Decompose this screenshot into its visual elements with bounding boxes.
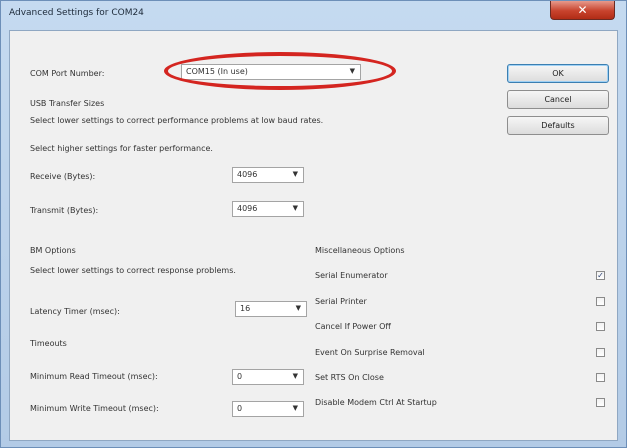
transmit-dropdown[interactable]: 4096 ▼ xyxy=(232,201,304,217)
receive-dropdown[interactable]: 4096 ▼ xyxy=(232,167,304,183)
timeouts-heading: Timeouts xyxy=(30,339,67,348)
dialog-body: COM Port Number: COM15 (In use) ▼ USB Tr… xyxy=(9,30,618,441)
close-button[interactable]: ✕ xyxy=(550,1,615,20)
serial-printer-checkbox[interactable] xyxy=(596,297,605,306)
read-timeout-label: Minimum Read Timeout (msec): xyxy=(30,372,158,381)
misc-options-heading: Miscellaneous Options xyxy=(315,246,405,255)
com-port-value: COM15 (In use) xyxy=(186,67,248,76)
latency-value: 16 xyxy=(240,304,251,313)
misc-option-label: Event On Surprise Removal xyxy=(315,348,425,357)
cancel-button[interactable]: Cancel xyxy=(507,90,609,109)
usb-transfer-hint-lower: Select lower settings to correct perform… xyxy=(30,116,324,125)
misc-option-label: Cancel If Power Off xyxy=(315,322,391,331)
close-icon: ✕ xyxy=(577,3,588,17)
misc-option-label: Disable Modem Ctrl At Startup xyxy=(315,398,437,407)
window-title: Advanced Settings for COM24 xyxy=(9,8,144,18)
misc-option-label: Set RTS On Close xyxy=(315,373,384,382)
write-timeout-value: 0 xyxy=(237,404,243,413)
event-on-surprise-removal-checkbox[interactable] xyxy=(596,348,605,357)
transmit-value: 4096 xyxy=(237,204,258,213)
chevron-down-icon: ▼ xyxy=(349,67,355,75)
chevron-down-icon: ▼ xyxy=(292,372,298,380)
chevron-down-icon: ▼ xyxy=(292,404,298,412)
read-timeout-dropdown[interactable]: 0 ▼ xyxy=(232,369,304,385)
title-bar[interactable]: Advanced Settings for COM24 ✕ xyxy=(1,1,626,27)
set-rts-on-close-checkbox[interactable] xyxy=(596,373,605,382)
serial-enumerator-checkbox[interactable]: ✓ xyxy=(596,271,605,280)
write-timeout-dropdown[interactable]: 0 ▼ xyxy=(232,401,304,417)
latency-dropdown[interactable]: 16 ▼ xyxy=(235,301,307,317)
read-timeout-value: 0 xyxy=(237,372,243,381)
latency-label: Latency Timer (msec): xyxy=(30,307,120,316)
usb-transfer-hint-higher: Select higher settings for faster perfor… xyxy=(30,144,213,153)
bm-options-heading: BM Options xyxy=(30,246,76,255)
com-port-dropdown[interactable]: COM15 (In use) ▼ xyxy=(181,64,361,80)
receive-label: Receive (Bytes): xyxy=(30,172,96,181)
misc-option-label: Serial Enumerator xyxy=(315,271,388,280)
write-timeout-label: Minimum Write Timeout (msec): xyxy=(30,404,159,413)
ok-button[interactable]: OK xyxy=(507,64,609,83)
misc-option-label: Serial Printer xyxy=(315,297,367,306)
chevron-down-icon: ▼ xyxy=(292,170,298,178)
settings-window: Advanced Settings for COM24 ✕ COM Port N… xyxy=(0,0,627,448)
chevron-down-icon: ▼ xyxy=(295,304,301,312)
disable-modem-ctrl-checkbox[interactable] xyxy=(596,398,605,407)
usb-transfer-heading: USB Transfer Sizes xyxy=(30,99,105,108)
cancel-if-power-off-checkbox[interactable] xyxy=(596,322,605,331)
receive-value: 4096 xyxy=(237,170,258,179)
defaults-button[interactable]: Defaults xyxy=(507,116,609,135)
chevron-down-icon: ▼ xyxy=(292,204,298,212)
transmit-label: Transmit (Bytes): xyxy=(30,206,99,215)
checkmark-icon: ✓ xyxy=(597,271,604,280)
com-port-label: COM Port Number: xyxy=(30,69,105,78)
bm-options-hint: Select lower settings to correct respons… xyxy=(30,266,236,275)
